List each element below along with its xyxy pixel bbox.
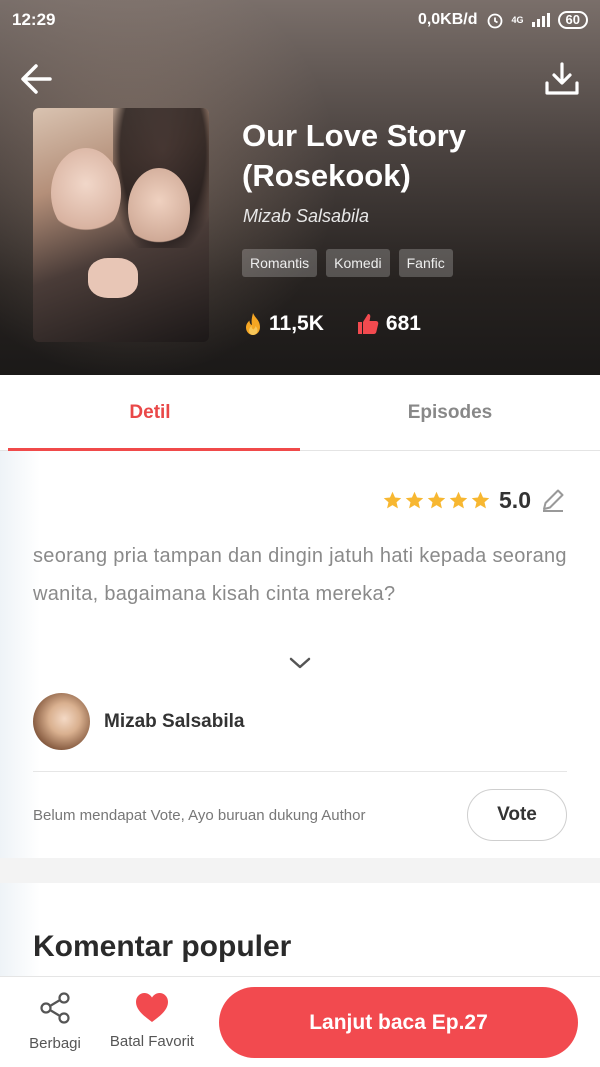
views-count: 11,5K: [269, 312, 324, 335]
share-icon: [40, 992, 70, 1024]
synopsis-text: seorang pria tampan dan dingin jatuh hat…: [33, 545, 567, 605]
share-label: Berbagi: [29, 1035, 81, 1052]
genre-tags: Romantis Komedi Fanfic: [242, 249, 453, 277]
book-author: Mizab Salsabila: [243, 206, 370, 226]
star-icon: [405, 491, 424, 508]
network-speed: 0,0KB/d: [417, 11, 478, 28]
rating-stars: [382, 490, 491, 511]
comments-title: Komentar populer: [33, 930, 292, 963]
star-icon: [383, 491, 402, 508]
book-header: 12:29 0,0KB/d 4G 60 Our Love Story (Rose…: [0, 0, 600, 375]
tag-komedi[interactable]: Komedi: [326, 249, 390, 277]
tag-romantis[interactable]: Romantis: [242, 249, 318, 277]
section-divider: [0, 858, 600, 883]
pencil-icon[interactable]: [539, 486, 567, 514]
share-button[interactable]: Berbagi: [22, 991, 88, 1052]
favorite-button[interactable]: Batal Favorit: [102, 991, 202, 1050]
bottom-bar: Berbagi Batal Favorit Lanjut baca Ep.27: [0, 976, 600, 1067]
vote-button[interactable]: Vote: [467, 789, 567, 841]
thumbs-up-icon: [357, 314, 379, 334]
download-icon[interactable]: [542, 59, 582, 99]
vote-row: Belum mendapat Vote, Ayo buruan dukung A…: [33, 788, 567, 842]
network-type: 4G: [511, 15, 524, 25]
arrow-left-icon[interactable]: [16, 57, 60, 101]
heart-icon: [136, 993, 168, 1022]
avatar: [33, 693, 90, 750]
tab-detil[interactable]: Detil: [0, 375, 300, 451]
author-name: Mizab Salsabila: [104, 710, 245, 732]
book-cover-image: [33, 108, 209, 342]
status-indicators: 0,0KB/d 4G 60: [418, 11, 588, 29]
star-icon: [449, 491, 468, 508]
views-stat: 11,5K: [243, 312, 324, 336]
status-bar: 12:29 0,0KB/d 4G 60: [0, 0, 600, 40]
detail-tabs: Detil Episodes: [0, 375, 600, 451]
alarm-icon: [487, 13, 502, 29]
fire-icon: [246, 313, 260, 335]
chevron-down-icon[interactable]: [287, 652, 313, 674]
top-bar: [0, 55, 600, 103]
rating-value: 5.0: [499, 486, 531, 513]
tag-fanfic[interactable]: Fanfic: [398, 249, 453, 277]
continue-reading-button[interactable]: Lanjut baca Ep.27: [219, 987, 578, 1058]
rating: 5.0: [382, 486, 567, 514]
favorite-label: Batal Favorit: [109, 1033, 195, 1050]
likes-stat: 681: [356, 312, 421, 336]
likes-count: 681: [385, 312, 421, 335]
book-stats: 11,5K 681: [243, 312, 421, 336]
star-icon: [427, 491, 446, 508]
signal-icon: [531, 13, 550, 27]
tab-episodes[interactable]: Episodes: [300, 375, 600, 450]
status-time: 12:29: [12, 10, 56, 29]
author-row[interactable]: Mizab Salsabila: [33, 693, 244, 750]
divider: [33, 771, 567, 772]
book-title: Our Love Story (Rosekook): [242, 118, 466, 193]
vote-prompt: Belum mendapat Vote, Ayo buruan dukung A…: [33, 806, 366, 824]
star-icon: [471, 491, 490, 508]
battery-indicator: 60: [557, 11, 588, 29]
